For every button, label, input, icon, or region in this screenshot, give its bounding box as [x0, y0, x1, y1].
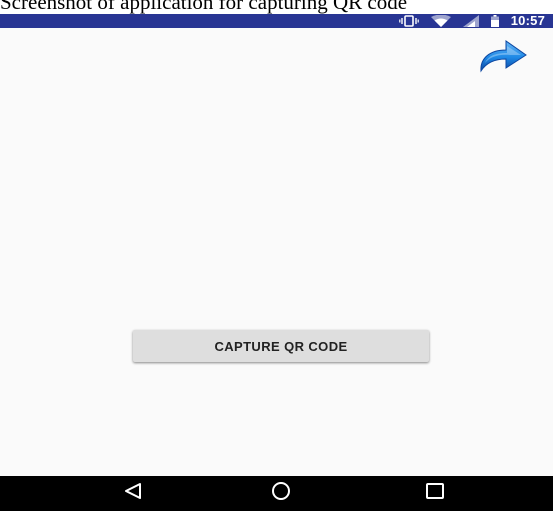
battery-icon	[490, 15, 499, 27]
caption-text: Screenshot of application for capturing …	[0, 0, 408, 14]
wifi-icon	[430, 15, 451, 27]
navigation-bar	[0, 476, 553, 511]
back-icon	[123, 482, 143, 505]
recents-button[interactable]	[405, 476, 465, 511]
main-content: CAPTURE QR CODE	[0, 28, 553, 476]
back-button[interactable]	[103, 476, 163, 511]
vibrate-icon	[398, 15, 419, 27]
recents-icon	[425, 482, 445, 505]
share-arrow-icon	[476, 40, 530, 78]
home-button[interactable]	[251, 476, 311, 511]
home-icon	[270, 480, 292, 507]
status-bar: 10:57	[0, 14, 553, 28]
status-icons: 10:57	[398, 13, 553, 28]
capture-qr-code-button[interactable]: CAPTURE QR CODE	[133, 330, 429, 362]
cell-signal-icon	[462, 15, 479, 27]
caption-strip: Screenshot of application for capturing …	[0, 0, 553, 14]
share-button[interactable]	[476, 38, 530, 74]
status-time: 10:57	[510, 13, 545, 28]
